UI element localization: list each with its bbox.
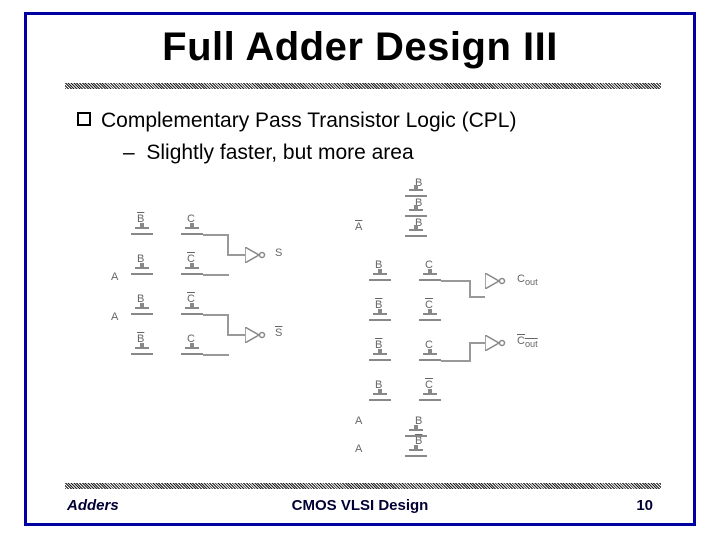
transistor-icon xyxy=(405,209,427,225)
footer-center: CMOS VLSI Design xyxy=(27,497,693,514)
transistor-icon xyxy=(131,307,153,323)
inverter-icon xyxy=(485,335,507,351)
cpl-schematic: B B B B C C C C A A xyxy=(117,185,617,465)
slide-border: Full Adder Design III Complementary Pass… xyxy=(24,12,696,526)
footer-right: 10 xyxy=(636,497,653,514)
transistor-icon xyxy=(369,353,391,369)
transistor-icon xyxy=(419,313,441,329)
bullet-2-text: Slightly faster, but more area xyxy=(146,141,413,164)
transistor-icon xyxy=(369,313,391,329)
wire xyxy=(441,360,471,362)
wire xyxy=(203,314,229,316)
inverter-icon xyxy=(245,327,267,343)
bullet-1: Complementary Pass Transistor Logic (CPL… xyxy=(77,107,667,135)
transistor-icon xyxy=(419,393,441,409)
lbl-ab2: A xyxy=(355,443,362,455)
page-title: Full Adder Design III xyxy=(27,25,693,70)
wire xyxy=(441,280,471,282)
wire xyxy=(203,274,229,276)
slide: Full Adder Design III Complementary Pass… xyxy=(0,0,720,540)
bullet-1-text: Complementary Pass Transistor Logic (CPL… xyxy=(101,107,516,135)
inverter-icon xyxy=(485,273,507,289)
transistor-icon xyxy=(181,227,203,243)
transistor-icon xyxy=(419,273,441,289)
transistor-icon xyxy=(405,229,427,245)
lbl-a-bar-r: A xyxy=(355,221,362,233)
lbl-cout: Cout xyxy=(517,273,538,287)
transistor-icon xyxy=(405,189,427,205)
wire xyxy=(227,314,229,336)
divider-bottom xyxy=(65,483,661,489)
inverter-icon xyxy=(245,247,267,263)
transistor-icon xyxy=(131,267,153,283)
transistor-icon xyxy=(131,347,153,363)
wire xyxy=(227,334,245,336)
wire xyxy=(203,354,229,356)
wire xyxy=(469,342,471,362)
wire xyxy=(469,342,485,344)
lbl-a1: A xyxy=(111,271,118,283)
bullet-2: – Slightly faster, but more area xyxy=(123,139,667,167)
transistor-icon xyxy=(131,227,153,243)
lbl-cout-bar: Cout xyxy=(517,335,538,349)
lbl-s: S xyxy=(275,247,282,259)
transistor-icon xyxy=(419,353,441,369)
lbl-a2: A xyxy=(111,311,118,323)
wire xyxy=(227,234,229,256)
transistor-icon xyxy=(369,273,391,289)
transistor-icon xyxy=(181,347,203,363)
transistor-icon xyxy=(405,449,427,465)
lbl-ab1: A xyxy=(355,415,362,427)
transistor-icon xyxy=(181,307,203,323)
lbl-s-bar: S xyxy=(275,327,282,339)
transistor-icon xyxy=(369,393,391,409)
wire xyxy=(469,296,485,298)
wire xyxy=(227,254,245,256)
transistor-icon xyxy=(181,267,203,283)
bullet-block: Complementary Pass Transistor Logic (CPL… xyxy=(77,107,667,168)
checkbox-icon xyxy=(77,112,91,126)
transistor-icon xyxy=(405,429,427,445)
divider-top xyxy=(65,83,661,89)
wire xyxy=(203,234,229,236)
